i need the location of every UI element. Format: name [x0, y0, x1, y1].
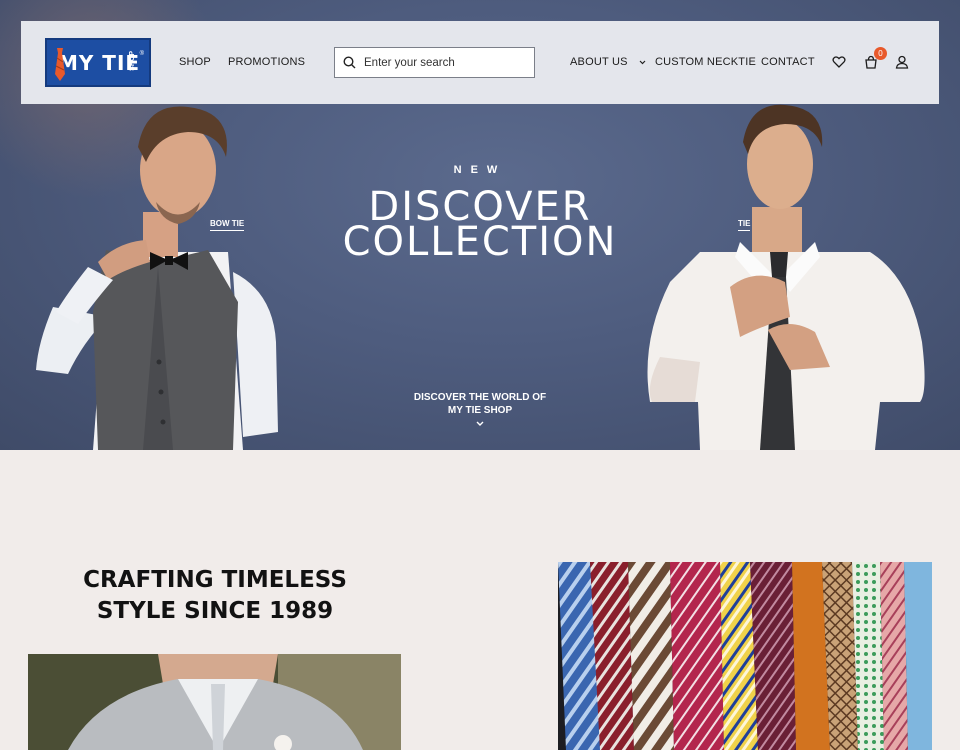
section-title-line-1: CRAFTING TIMELESS	[83, 567, 347, 593]
cart-count-badge: 0	[874, 47, 887, 60]
logo[interactable]: MY TIE SHOP ®	[45, 38, 151, 87]
tie-tag[interactable]: TIE	[738, 219, 751, 231]
discover-world-link[interactable]: DISCOVER THE WORLD OF MY TIE SHOP	[400, 391, 560, 431]
section-title: CRAFTING TIMELESS STYLE SINCE 1989	[60, 565, 370, 627]
hero-image-tie-model[interactable]	[640, 102, 930, 450]
ties-collection-photo	[558, 562, 932, 750]
suit-model-photo	[28, 654, 401, 750]
logo-text: MY TIE	[57, 50, 141, 75]
cta-line-2: MY TIE SHOP	[447, 405, 513, 416]
logo-registered-mark: ®	[139, 51, 144, 57]
chevron-down-icon	[400, 418, 560, 431]
nav-about-us[interactable]: ABOUT US	[570, 56, 646, 68]
heart-icon[interactable]	[832, 55, 848, 71]
search-input[interactable]	[364, 56, 524, 69]
nav-custom-necktie[interactable]: CUSTOM NECKTIE	[655, 56, 756, 68]
nav-contact[interactable]: CONTACT	[761, 56, 815, 68]
hero-image-bow-tie-model[interactable]	[28, 102, 288, 450]
section-title-line-2: STYLE SINCE 1989	[96, 598, 334, 624]
bow-tie-tag[interactable]: BOW TIE	[210, 219, 245, 231]
cta-line-1: DISCOVER THE WORLD OF	[413, 392, 547, 403]
main-header: MY TIE SHOP ® SHOP PROMOTIONS ABOUT US C…	[21, 21, 939, 104]
nav-promotions[interactable]: PROMOTIONS	[228, 56, 305, 68]
tie-logo-icon	[55, 48, 65, 81]
chevron-down-icon	[639, 57, 646, 67]
nav-shop[interactable]: SHOP	[179, 56, 211, 68]
nav-about-us-label: ABOUT US	[570, 56, 628, 68]
user-icon[interactable]	[895, 55, 911, 71]
hero-title: DISCOVER COLLECTION	[300, 187, 660, 265]
search-box[interactable]	[334, 47, 535, 78]
logo-sub-text: SHOP	[129, 51, 136, 71]
hero-title-line-2: COLLECTION	[342, 219, 618, 265]
hero-eyebrow: NEW	[453, 164, 507, 176]
search-icon[interactable]	[343, 56, 356, 69]
